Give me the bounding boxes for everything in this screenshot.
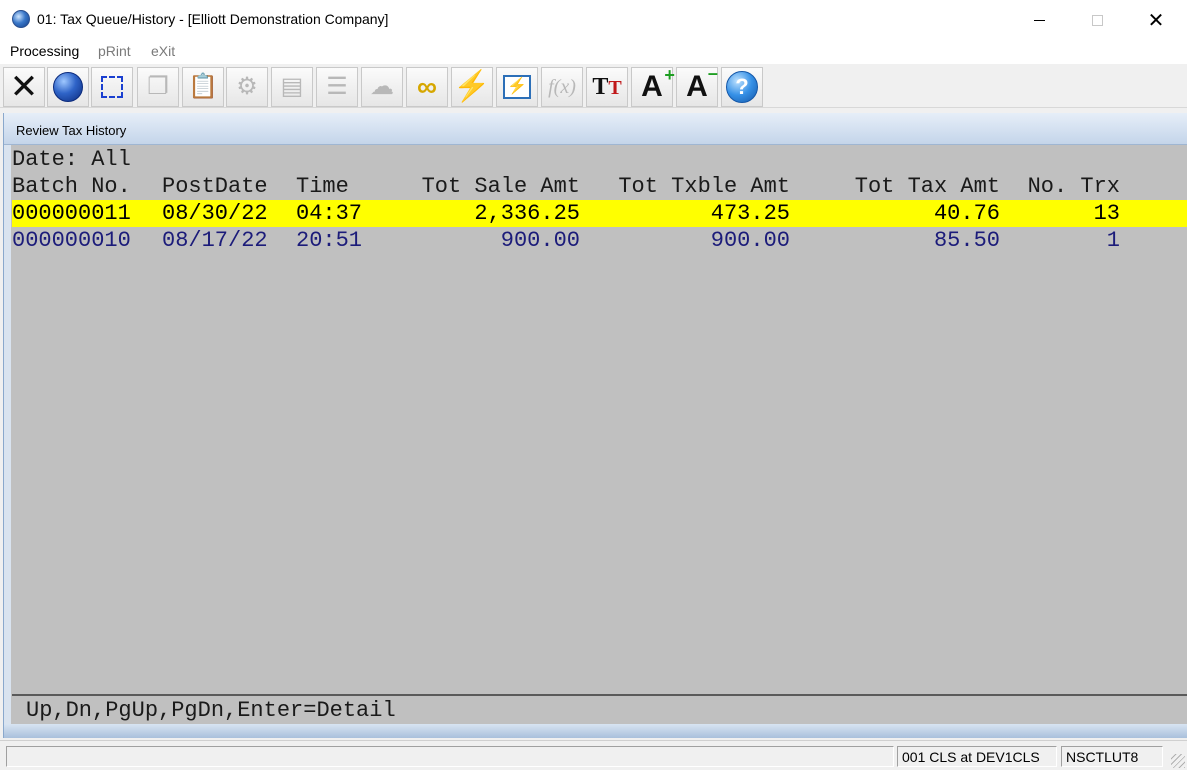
cell-batch: 000000010 <box>12 228 131 253</box>
toolbar-users-button[interactable]: ☁ <box>361 67 403 107</box>
minimize-button[interactable] <box>1010 0 1068 40</box>
toolbar-globe-button[interactable] <box>47 67 89 107</box>
col-tot-txble-amt: Tot Txble Amt <box>618 174 790 199</box>
copy-icon: ❐ <box>147 73 169 100</box>
toolbar: ✕ ❐ 📋 ⚙ ▤ ☰ ☁ ∞ ⚡ ⚡ f(x) TT A + A – ? <box>0 64 1187 108</box>
select-box-icon <box>101 76 123 98</box>
col-tot-tax-amt: Tot Tax Amt <box>854 174 1000 199</box>
title-bar: 01: Tax Queue/History - [Elliott Demonst… <box>0 0 1187 40</box>
col-time: Time <box>296 174 349 199</box>
toolbar-paste-button[interactable]: 📋 <box>182 67 224 107</box>
table-row-selected[interactable]: 000000011 08/30/22 04:37 2,336.25 473.25… <box>12 200 1187 227</box>
menu-bar: Processing pRint eXit <box>0 40 1187 64</box>
close-window-button[interactable]: ✕ <box>1127 0 1185 40</box>
cell-post-date: 08/17/22 <box>162 228 268 253</box>
menu-exit[interactable]: eXit <box>151 43 175 59</box>
edit-form-icon: ▤ <box>280 73 304 100</box>
review-tax-history-panel: Review Tax History Date: All Batch No. P… <box>3 113 1187 738</box>
cell-tax-amt: 40.76 <box>933 201 1000 226</box>
globe-icon <box>53 72 83 102</box>
toolbar-edit-button[interactable]: ▤ <box>271 67 313 107</box>
cell-txble-amt: 900.00 <box>710 228 790 253</box>
cell-sale-amt: 2,336.25 <box>474 201 580 226</box>
toolbar-copy-button[interactable]: ❐ <box>137 67 179 107</box>
app-globe-icon <box>12 10 30 28</box>
paste-icon: 📋 <box>188 73 218 100</box>
cell-txble-amt: 473.25 <box>710 201 790 226</box>
toolbar-select-button[interactable] <box>91 67 133 107</box>
function-icon: f(x) <box>548 76 576 98</box>
panel-header: Review Tax History <box>4 113 1187 145</box>
status-machine: NSCTLUT8 <box>1061 746 1163 767</box>
column-headers: Batch No. PostDate Time Tot Sale Amt Tot… <box>12 173 1187 200</box>
cell-no-trx: 1 <box>1106 228 1120 253</box>
toolbar-close-button[interactable]: ✕ <box>3 67 45 107</box>
toolbar-lightning-button[interactable]: ⚡ <box>451 67 493 107</box>
cell-time: 04:37 <box>296 201 363 226</box>
help-icon: ? <box>726 71 758 103</box>
toolbar-help-button[interactable]: ? <box>721 67 763 107</box>
status-bar: 001 CLS at DEV1CLS NSCTLUT8 <box>0 740 1187 770</box>
key-hint-text: Up,Dn,PgUp,PgDn,Enter=Detail <box>26 698 396 723</box>
minimize-icon <box>1033 19 1045 21</box>
close-icon: ✕ <box>9 67 39 107</box>
resize-grip-icon[interactable] <box>1171 754 1185 768</box>
panel-left-strip <box>4 145 11 738</box>
panel-title: Review Tax History <box>16 123 127 138</box>
col-tot-sale-amt: Tot Sale Amt <box>421 174 580 199</box>
cell-batch: 000000011 <box>12 201 131 226</box>
maximize-icon <box>1091 14 1103 26</box>
cell-time: 20:51 <box>296 228 363 253</box>
gear-icon: ⚙ <box>236 73 258 100</box>
col-post-date: PostDate <box>162 174 268 199</box>
link-icon: ∞ <box>417 71 437 102</box>
users-icon: ☁ <box>370 73 394 100</box>
cell-sale-amt: 900.00 <box>500 228 580 253</box>
col-batch-no: Batch No. <box>12 174 131 199</box>
date-filter: Date: All <box>12 147 131 172</box>
maximize-button[interactable] <box>1068 0 1126 40</box>
close-icon: ✕ <box>1147 8 1165 32</box>
toolbar-font-decrease-button[interactable]: A – <box>676 63 718 107</box>
toolbar-settings-button[interactable]: ⚙ <box>226 67 268 107</box>
panel-bottom-border <box>4 724 1187 738</box>
table-icon: ☰ <box>326 73 348 100</box>
font-style-icon: TT <box>592 74 622 100</box>
toolbar-presentation-button[interactable]: ⚡ <box>496 67 538 107</box>
toolbar-font-style-button[interactable]: TT <box>586 67 628 107</box>
status-session: 001 CLS at DEV1CLS <box>897 746 1057 767</box>
cell-post-date: 08/30/22 <box>162 201 268 226</box>
toolbar-font-increase-button[interactable]: A + <box>631 65 675 107</box>
menu-print[interactable]: pRint <box>98 43 131 59</box>
lightning-icon: ⚡ <box>453 70 491 103</box>
status-message <box>6 746 894 767</box>
cell-tax-amt: 85.50 <box>933 228 1000 253</box>
presentation-icon: ⚡ <box>503 75 531 99</box>
cell-no-trx: 13 <box>1093 201 1120 226</box>
table-row[interactable]: 000000010 08/17/22 20:51 900.00 900.00 8… <box>12 227 1187 254</box>
toolbar-table-button[interactable]: ☰ <box>316 67 358 107</box>
key-hint-bar: Up,Dn,PgUp,PgDn,Enter=Detail <box>12 694 1187 724</box>
menu-processing[interactable]: Processing <box>10 43 79 59</box>
toolbar-link-button[interactable]: ∞ <box>406 67 448 107</box>
app-window: 01: Tax Queue/History - [Elliott Demonst… <box>0 0 1187 770</box>
window-title: 01: Tax Queue/History - [Elliott Demonst… <box>37 11 389 27</box>
font-decrease-icon: A – <box>686 63 718 103</box>
col-no-trx: No. Trx <box>1027 174 1120 199</box>
font-increase-icon: A + <box>641 65 675 103</box>
toolbar-function-button[interactable]: f(x) <box>541 67 583 107</box>
